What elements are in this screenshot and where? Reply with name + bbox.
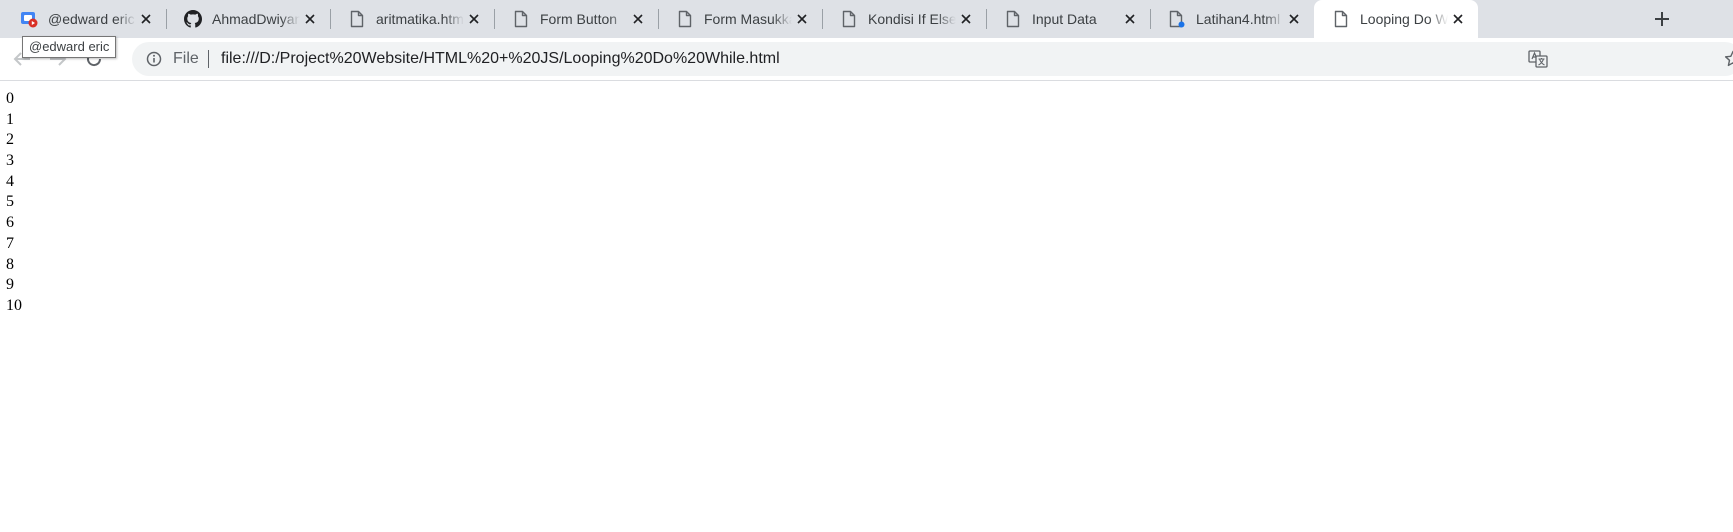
info-icon[interactable] — [146, 51, 162, 67]
output-line: 4 — [6, 172, 14, 190]
output-line: 3 — [6, 152, 14, 170]
close-icon[interactable] — [1286, 11, 1302, 27]
output-line: 9 — [6, 276, 14, 294]
tab-title: Looping Do While — [1360, 11, 1448, 27]
tab-looping-do-while[interactable]: Looping Do While — [1314, 0, 1478, 38]
tab-title: AhmadDwiyan/ — [212, 11, 300, 27]
tab-tooltip: @edward eric — [22, 36, 117, 58]
url-text[interactable]: file:///D:/Project%20Website/HTML%20+%20… — [221, 50, 780, 68]
tab-title: @edward eric — [48, 11, 135, 27]
translate-icon[interactable] — [1528, 50, 1548, 68]
file-icon — [348, 10, 366, 28]
plus-icon — [1655, 12, 1669, 26]
file-icon — [1168, 10, 1186, 28]
file-icon — [512, 10, 530, 28]
close-icon[interactable] — [958, 11, 974, 27]
address-bar[interactable]: File file:///D:/Project%20Website/HTML%2… — [132, 42, 1733, 76]
file-icon — [676, 10, 694, 28]
tab-title: aritmatika.html — [376, 11, 464, 27]
tab-latihan4[interactable]: Latihan4.html — [1150, 0, 1314, 38]
tab-github[interactable]: AhmadDwiyan/ — [166, 0, 331, 38]
tab-edward-eric[interactable]: @edward eric — [2, 0, 167, 38]
tab-title: Input Data — [1032, 11, 1097, 27]
browser-toolbar: File file:///D:/Project%20Website/HTML%2… — [0, 38, 1733, 81]
tab-title: Kondisi If Else — [868, 11, 956, 27]
close-icon[interactable] — [466, 11, 482, 27]
tab-title: Form Button — [540, 11, 618, 27]
output-line: 2 — [6, 131, 14, 149]
output-line: 5 — [6, 193, 14, 211]
tab-form-masukkan[interactable]: Form Masukkan — [658, 0, 823, 38]
output-line: 8 — [6, 255, 14, 273]
new-tab-button[interactable] — [1652, 9, 1672, 29]
file-icon — [840, 10, 858, 28]
github-icon — [184, 10, 202, 28]
bookmark-star-icon[interactable] — [1724, 50, 1733, 68]
close-icon[interactable] — [1450, 11, 1466, 27]
file-icon — [1332, 10, 1350, 28]
tab-strip: @edward eric AhmadDwiyan/ aritmatika.htm… — [0, 0, 1733, 38]
output-line: 10 — [6, 296, 22, 314]
page-content: 0 1 2 3 4 5 6 7 8 9 10 — [6, 89, 22, 317]
tab-input-data[interactable]: Input Data — [986, 0, 1151, 38]
tab-kondisi-if-else[interactable]: Kondisi If Else — [822, 0, 987, 38]
tab-title: Form Masukkan — [704, 11, 792, 27]
close-icon[interactable] — [630, 11, 646, 27]
output-line: 7 — [6, 234, 14, 252]
output-line: 0 — [6, 90, 14, 107]
close-icon[interactable] — [794, 11, 810, 27]
file-icon — [1004, 10, 1022, 28]
close-icon[interactable] — [302, 11, 318, 27]
tab-title: Latihan4.html — [1196, 11, 1281, 27]
close-icon[interactable] — [138, 11, 154, 27]
output-line: 6 — [6, 214, 14, 232]
youtube-studio-icon — [20, 10, 38, 28]
close-icon[interactable] — [1122, 11, 1138, 27]
output-line: 1 — [6, 110, 14, 128]
tab-form-button[interactable]: Form Button — [494, 0, 659, 38]
tab-aritmatika[interactable]: aritmatika.html — [330, 0, 495, 38]
scheme-label: File — [173, 50, 199, 67]
address-divider — [208, 50, 209, 68]
